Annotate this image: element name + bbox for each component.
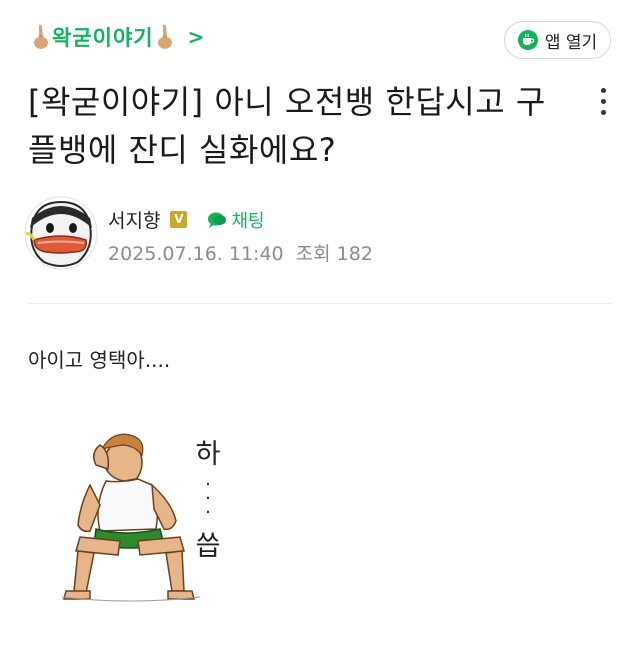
member-badge: V xyxy=(170,211,188,228)
sfx-top: 하 xyxy=(195,439,221,470)
views-label: 조회 xyxy=(295,243,331,265)
more-vertical-icon[interactable] xyxy=(591,84,615,120)
chevron-right-icon: > xyxy=(187,25,206,49)
cafe-name-link[interactable]: 왁굳이야기 > xyxy=(30,22,205,52)
chat-button[interactable]: 채팅 xyxy=(207,207,265,233)
views-count: 182 xyxy=(336,243,373,265)
post-body-text: 아이고 영택아.... xyxy=(28,348,171,372)
hand-icon xyxy=(157,24,172,49)
sfx-bottom: 씁 xyxy=(195,531,221,562)
top-bar: 왁굳이야기 > 앱 열기 xyxy=(0,0,640,72)
cup-icon xyxy=(517,30,538,50)
chat-label: 채팅 xyxy=(231,210,265,232)
cafe-name: 왁굳이야기 xyxy=(52,26,154,50)
open-app-button[interactable]: 앱 열기 xyxy=(504,21,611,59)
post-meta: 2025.07.16. 11:40 조회 182 xyxy=(108,239,379,266)
author-row: 서지향 V 채팅 xyxy=(108,206,265,233)
post-title: [왁굳이야기] 아니 오전뱅 한답시고 구플뱅에 잔디 실화에요? xyxy=(28,83,546,169)
chat-bubble-icon xyxy=(208,212,227,228)
sound-effect-text: 하 · · · 씁 xyxy=(193,438,223,564)
post-date: 2025.07.16. 11:40 xyxy=(108,243,284,265)
hand-icon xyxy=(34,24,48,49)
author-name[interactable]: 서지향 xyxy=(108,206,160,233)
author-avatar[interactable] xyxy=(24,196,98,270)
sfx-dots: · · · xyxy=(205,474,211,523)
divider xyxy=(28,303,612,304)
open-app-label: 앱 열기 xyxy=(544,32,598,53)
